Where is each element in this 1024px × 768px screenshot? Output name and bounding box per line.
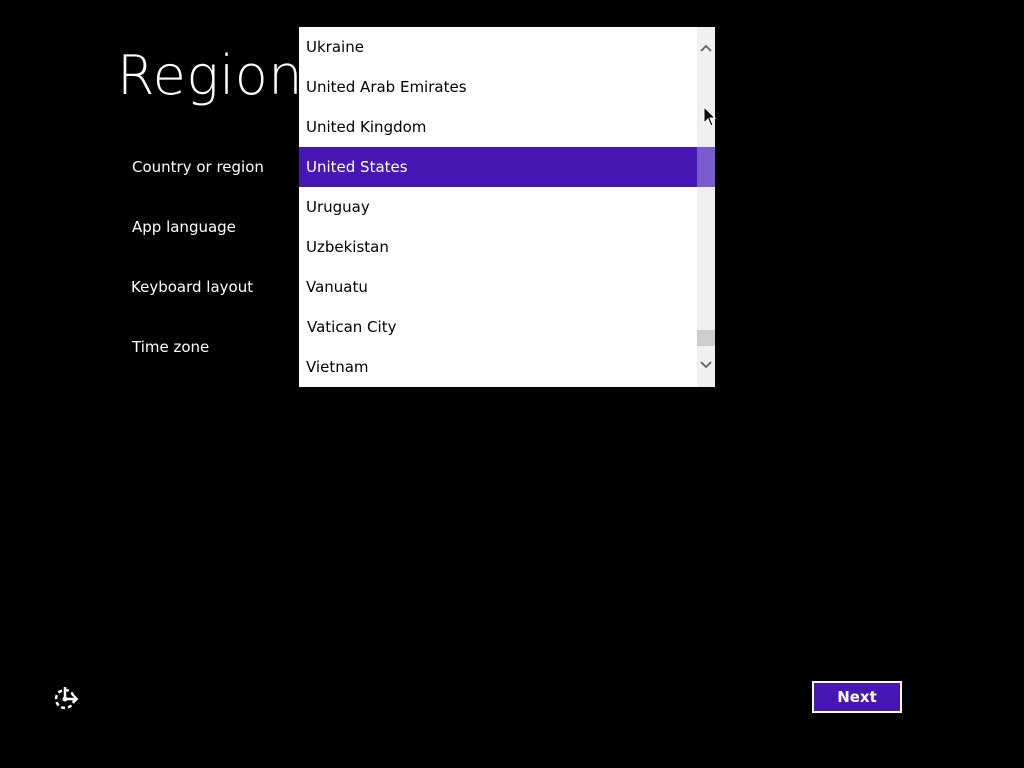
scroll-up-arrow-icon[interactable] (697, 38, 715, 58)
option-uruguay[interactable]: Uruguay (299, 187, 697, 227)
option-united-arab-emirates[interactable]: United Arab Emirates (299, 67, 697, 107)
option-united-states[interactable]: United States (299, 147, 715, 187)
mouse-cursor-icon (703, 105, 717, 128)
scroll-down-arrow-icon[interactable] (697, 355, 715, 375)
scroll-thumb[interactable] (697, 330, 715, 346)
app-language-label: App language (132, 218, 236, 236)
selected-row-scrollbar-highlight (697, 147, 715, 187)
country-dropdown-list[interactable]: Ukraine United Arab Emirates United King… (299, 27, 715, 387)
ease-of-access-icon[interactable] (52, 684, 80, 712)
option-ukraine[interactable]: Ukraine (299, 27, 697, 67)
option-vatican-city[interactable]: Vatican City (299, 307, 697, 347)
option-united-kingdom[interactable]: United Kingdom (299, 107, 697, 147)
region-setup-page: Region Country or region App language Ke… (0, 0, 1024, 768)
time-zone-label: Time zone (132, 338, 210, 356)
dropdown-scrollbar[interactable] (697, 27, 715, 387)
option-vanuatu[interactable]: Vanuatu (299, 267, 697, 307)
keyboard-layout-label: Keyboard layout (131, 278, 254, 296)
page-title: Region (117, 44, 303, 107)
option-vietnam[interactable]: Vietnam (299, 347, 697, 387)
country-or-region-label: Country or region (132, 158, 264, 176)
next-button[interactable]: Next (812, 681, 902, 713)
option-uzbekistan[interactable]: Uzbekistan (299, 227, 697, 267)
